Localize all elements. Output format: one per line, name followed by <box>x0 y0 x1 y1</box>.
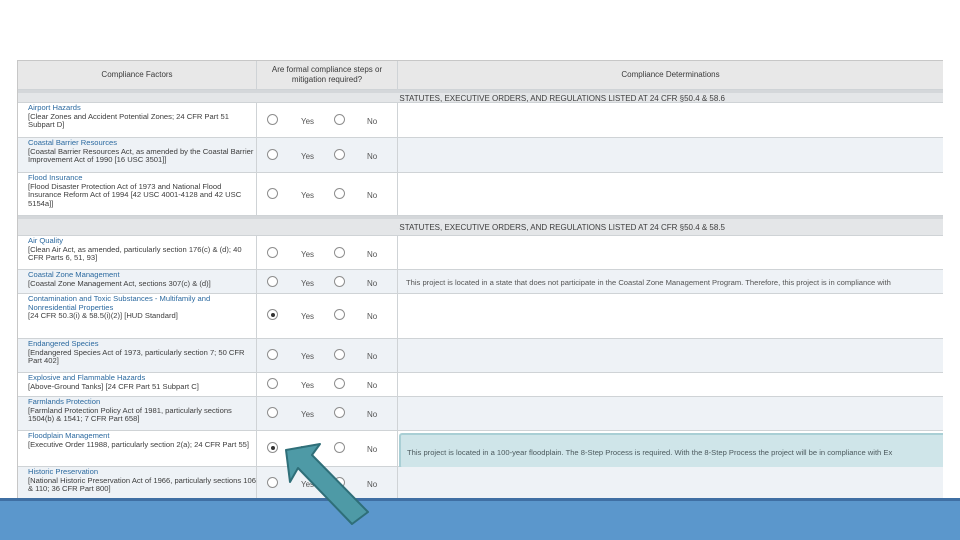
yes-label: Yes <box>301 381 315 390</box>
table-row: Coastal Barrier Resources [Coastal Barri… <box>18 138 943 173</box>
table-row: Historic Preservation [National Historic… <box>18 467 943 499</box>
radio-yes[interactable] <box>267 149 278 160</box>
factor-citation: [Above-Ground Tanks] [24 CFR Part 51 Sub… <box>28 381 199 391</box>
radio-no[interactable] <box>334 114 345 125</box>
determination-cell[interactable] <box>398 236 943 269</box>
table-row: Air Quality [Clean Air Act, as amended, … <box>18 236 943 270</box>
no-label: No <box>367 312 378 321</box>
factor-citation: [24 CFR 50.3(i) & 58.5(i)(2)] [HUD Stand… <box>28 311 178 321</box>
factor-citation: [Clean Air Act, as amended, particularly… <box>28 244 242 263</box>
no-label: No <box>367 250 378 259</box>
factor-name: Contamination and Toxic Substances - Mul… <box>28 294 211 312</box>
determination-cell[interactable] <box>398 294 943 338</box>
radio-no[interactable] <box>334 407 345 418</box>
radio-no[interactable] <box>334 276 345 287</box>
yes-label: Yes <box>301 279 315 288</box>
radio-no[interactable] <box>334 247 345 258</box>
radio-no[interactable] <box>334 149 345 160</box>
table-row: Contamination and Toxic Substances - Mul… <box>18 294 943 339</box>
determination-text: This project is located in a 100-year fl… <box>407 448 893 457</box>
no-label: No <box>367 191 378 200</box>
yes-label: Yes <box>301 117 315 126</box>
yes-label: Yes <box>301 250 315 259</box>
factor-citation: [Coastal Zone Management Act, sections 3… <box>28 278 211 288</box>
header-steps-required: Are formal compliance steps or mitigatio… <box>257 61 398 89</box>
determination-text: This project is located in a state that … <box>406 278 891 287</box>
factor-citation: [Flood Disaster Protection Act of 1973 a… <box>28 181 242 208</box>
determination-highlight: This project is located in a 100-year fl… <box>399 433 943 469</box>
table-row: Farmlands Protection [Farmland Protectio… <box>18 397 943 431</box>
section-header: STATUTES, EXECUTIVE ORDERS, AND REGULATI… <box>18 90 943 103</box>
factor-citation: [Endangered Species Act of 1973, particu… <box>28 347 245 366</box>
table-row: Airport Hazards [Clear Zones and Acciden… <box>18 103 943 138</box>
section-title: STATUTES, EXECUTIVE ORDERS, AND REGULATI… <box>399 94 725 103</box>
table-header: Compliance Factors Are formal compliance… <box>18 61 943 90</box>
determination-cell[interactable] <box>398 339 943 372</box>
table-row: Flood Insurance [Flood Disaster Protecti… <box>18 173 943 216</box>
no-label: No <box>367 117 378 126</box>
radio-yes[interactable] <box>267 407 278 418</box>
compliance-table: Compliance Factors Are formal compliance… <box>17 60 943 499</box>
determination-cell[interactable]: This project is located in a 100-year fl… <box>398 431 943 469</box>
determination-cell[interactable]: This project is located in a state that … <box>398 270 943 293</box>
radio-yes[interactable] <box>267 442 278 453</box>
determination-cell[interactable] <box>398 138 943 172</box>
radio-no[interactable] <box>334 309 345 320</box>
no-label: No <box>367 381 378 390</box>
no-label: No <box>367 410 378 419</box>
determination-cell[interactable] <box>398 373 943 396</box>
factor-citation: [Coastal Barrier Resources Act, as amend… <box>28 146 254 165</box>
radio-no[interactable] <box>334 188 345 199</box>
table-row: Explosive and Flammable Hazards [Above-G… <box>18 373 943 397</box>
radio-yes[interactable] <box>267 378 278 389</box>
header-determinations: Compliance Determinations <box>621 70 720 79</box>
section-header: STATUTES, EXECUTIVE ORDERS, AND REGULATI… <box>18 216 943 236</box>
radio-no[interactable] <box>334 378 345 389</box>
radio-yes[interactable] <box>267 309 278 320</box>
determination-cell[interactable] <box>398 467 943 499</box>
radio-yes[interactable] <box>267 114 278 125</box>
factor-citation: [Clear Zones and Accident Potential Zone… <box>28 111 229 130</box>
yes-label: Yes <box>301 312 315 321</box>
yes-label: Yes <box>301 352 315 361</box>
radio-yes[interactable] <box>267 247 278 258</box>
factor-citation: [Farmland Protection Policy Act of 1981,… <box>28 405 232 424</box>
yes-label: Yes <box>301 152 315 161</box>
no-label: No <box>367 279 378 288</box>
table-row: Floodplain Management [Executive Order 1… <box>18 431 943 469</box>
radio-yes[interactable] <box>267 349 278 360</box>
table-row: Coastal Zone Management [Coastal Zone Ma… <box>18 270 943 294</box>
footer-divider <box>0 498 960 501</box>
arrow-pointer-icon <box>285 443 369 525</box>
determination-cell[interactable] <box>398 103 943 137</box>
table-row: Endangered Species [Endangered Species A… <box>18 339 943 373</box>
section-title: STATUTES, EXECUTIVE ORDERS, AND REGULATI… <box>399 223 725 232</box>
radio-yes[interactable] <box>267 477 278 488</box>
yes-label: Yes <box>301 191 315 200</box>
factor-citation: [Executive Order 11988, particularly sec… <box>28 439 250 449</box>
yes-label: Yes <box>301 410 315 419</box>
header-compliance-factors: Compliance Factors <box>18 61 257 89</box>
footer-bar <box>0 498 960 540</box>
determination-cell[interactable] <box>398 397 943 430</box>
radio-no[interactable] <box>334 349 345 360</box>
no-label: No <box>367 352 378 361</box>
determination-cell[interactable] <box>398 173 943 215</box>
radio-yes[interactable] <box>267 188 278 199</box>
factor-citation: [National Historic Preservation Act of 1… <box>28 475 256 494</box>
radio-yes[interactable] <box>267 276 278 287</box>
no-label: No <box>367 152 378 161</box>
